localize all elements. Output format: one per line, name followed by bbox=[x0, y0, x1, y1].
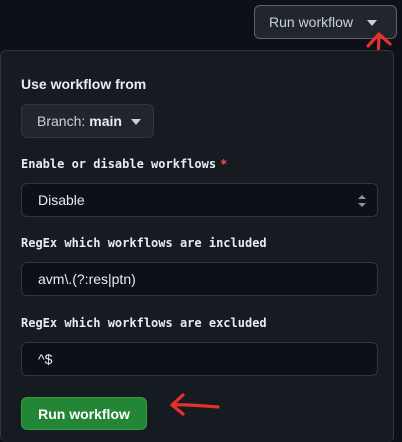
enable-disable-selected-value: Disable bbox=[38, 192, 85, 208]
run-workflow-button[interactable]: Run workflow bbox=[21, 397, 147, 430]
page: Run workflow Use workflow from Branch: m… bbox=[0, 0, 402, 442]
left-arrow-annotation-icon bbox=[170, 393, 220, 416]
branch-prefix: Branch: bbox=[37, 113, 86, 129]
use-workflow-from-label: Use workflow from bbox=[21, 76, 147, 92]
required-marker: * bbox=[220, 157, 228, 171]
enable-disable-label: Enable or disable workflows * bbox=[21, 157, 227, 171]
regex-included-input[interactable]: avm\.(?:res|ptn) bbox=[21, 262, 378, 296]
branch-caret-down-icon bbox=[130, 119, 141, 125]
run-workflow-button-label: Run workflow bbox=[38, 405, 130, 422]
enable-disable-label-text: Enable or disable workflows bbox=[21, 157, 217, 171]
select-arrows-icon bbox=[358, 195, 366, 207]
regex-included-label: RegEx which workflows are included bbox=[21, 236, 267, 250]
regex-included-value: avm\.(?:res|ptn) bbox=[38, 271, 136, 287]
enable-disable-select[interactable]: Disable bbox=[21, 183, 378, 217]
run-workflow-dropdown-label: Run workflow bbox=[269, 14, 354, 30]
caret-down-icon bbox=[367, 20, 378, 26]
branch-select-button[interactable]: Branch: main bbox=[21, 104, 154, 138]
regex-excluded-value: ^$ bbox=[38, 351, 53, 367]
regex-excluded-label: RegEx which workflows are excluded bbox=[21, 316, 267, 330]
workflow-dispatch-panel: Use workflow from Branch: main Enable or… bbox=[0, 50, 394, 442]
branch-value: main bbox=[89, 113, 122, 129]
regex-excluded-input[interactable]: ^$ bbox=[21, 342, 378, 376]
